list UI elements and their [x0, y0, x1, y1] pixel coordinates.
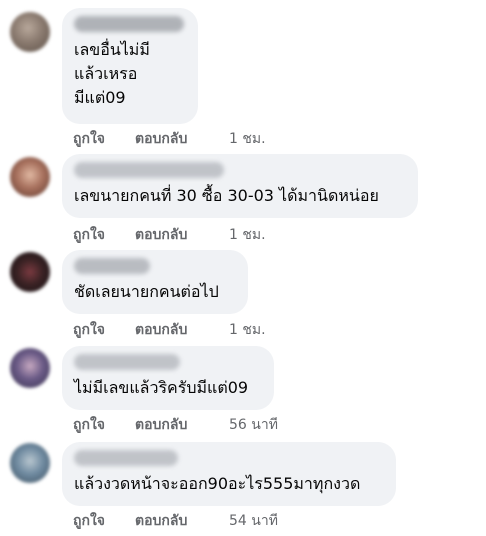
like-button[interactable]: ถูกใจ — [73, 416, 135, 434]
avatar[interactable] — [10, 443, 50, 483]
comment-actions: ถูกใจ ตอบกลับ 1 ชม. — [73, 226, 266, 244]
author-name-redacted[interactable] — [74, 450, 178, 466]
comment-text-line: แล้วเหรอ — [74, 64, 138, 83]
author-name-redacted[interactable] — [74, 16, 184, 32]
avatar[interactable] — [10, 12, 50, 52]
timestamp[interactable]: 56 นาที — [229, 416, 278, 434]
comment-text-line: แล้วงวดหน้าจะออก90อะไร555มาทุกงวด — [74, 474, 361, 493]
like-button[interactable]: ถูกใจ — [73, 321, 135, 339]
comment-actions: ถูกใจ ตอบกลับ 1 ชม. — [73, 321, 266, 339]
timestamp[interactable]: 1 ชม. — [229, 321, 266, 339]
comment-actions: ถูกใจ ตอบกลับ 54 นาที — [73, 512, 278, 530]
comment-bubble: ชัดเลยนายกคนต่อไป — [62, 250, 248, 314]
avatar[interactable] — [10, 157, 50, 197]
timestamp[interactable]: 1 ชม. — [229, 130, 266, 148]
comment-text-line: เลขอื่นไม่มี — [74, 40, 150, 59]
comment-bubble: เลขอื่นไม่มี แล้วเหรอ มีแต่09 — [62, 8, 198, 124]
reply-button[interactable]: ตอบกลับ — [135, 512, 225, 530]
author-name-redacted[interactable] — [74, 258, 150, 274]
comment-bubble: เลขนายกคนที่ 30 ซื้อ 30-03 ได้มานิดหน่อย — [62, 154, 418, 218]
comment-text-line: ไม่มีเลขแล้วริครับมีแต่09 — [74, 378, 249, 397]
reply-button[interactable]: ตอบกลับ — [135, 416, 225, 434]
author-name-redacted[interactable] — [74, 354, 180, 370]
timestamp[interactable]: 54 นาที — [229, 512, 278, 530]
reply-button[interactable]: ตอบกลับ — [135, 226, 225, 244]
comment-bubble: ไม่มีเลขแล้วริครับมีแต่09 — [62, 346, 274, 410]
like-button[interactable]: ถูกใจ — [73, 226, 135, 244]
comment-actions: ถูกใจ ตอบกลับ 56 นาที — [73, 416, 278, 434]
avatar[interactable] — [10, 252, 50, 292]
comment-feed: เลขอื่นไม่มี แล้วเหรอ มีแต่09 ถูกใจ ตอบกล… — [0, 0, 486, 536]
reply-button[interactable]: ตอบกลับ — [135, 130, 225, 148]
like-button[interactable]: ถูกใจ — [73, 130, 135, 148]
timestamp[interactable]: 1 ชม. — [229, 226, 266, 244]
comment-bubble: แล้วงวดหน้าจะออก90อะไร555มาทุกงวด — [62, 442, 396, 506]
comment-actions: ถูกใจ ตอบกลับ 1 ชม. — [73, 130, 266, 148]
like-button[interactable]: ถูกใจ — [73, 512, 135, 530]
comment-text-line: เลขนายกคนที่ 30 ซื้อ 30-03 ได้มานิดหน่อย — [74, 186, 379, 205]
comment-text-line: ชัดเลยนายกคนต่อไป — [74, 282, 219, 301]
author-name-redacted[interactable] — [74, 162, 224, 178]
avatar[interactable] — [10, 348, 50, 388]
comment-text-line: มีแต่09 — [74, 88, 126, 107]
reply-button[interactable]: ตอบกลับ — [135, 321, 225, 339]
